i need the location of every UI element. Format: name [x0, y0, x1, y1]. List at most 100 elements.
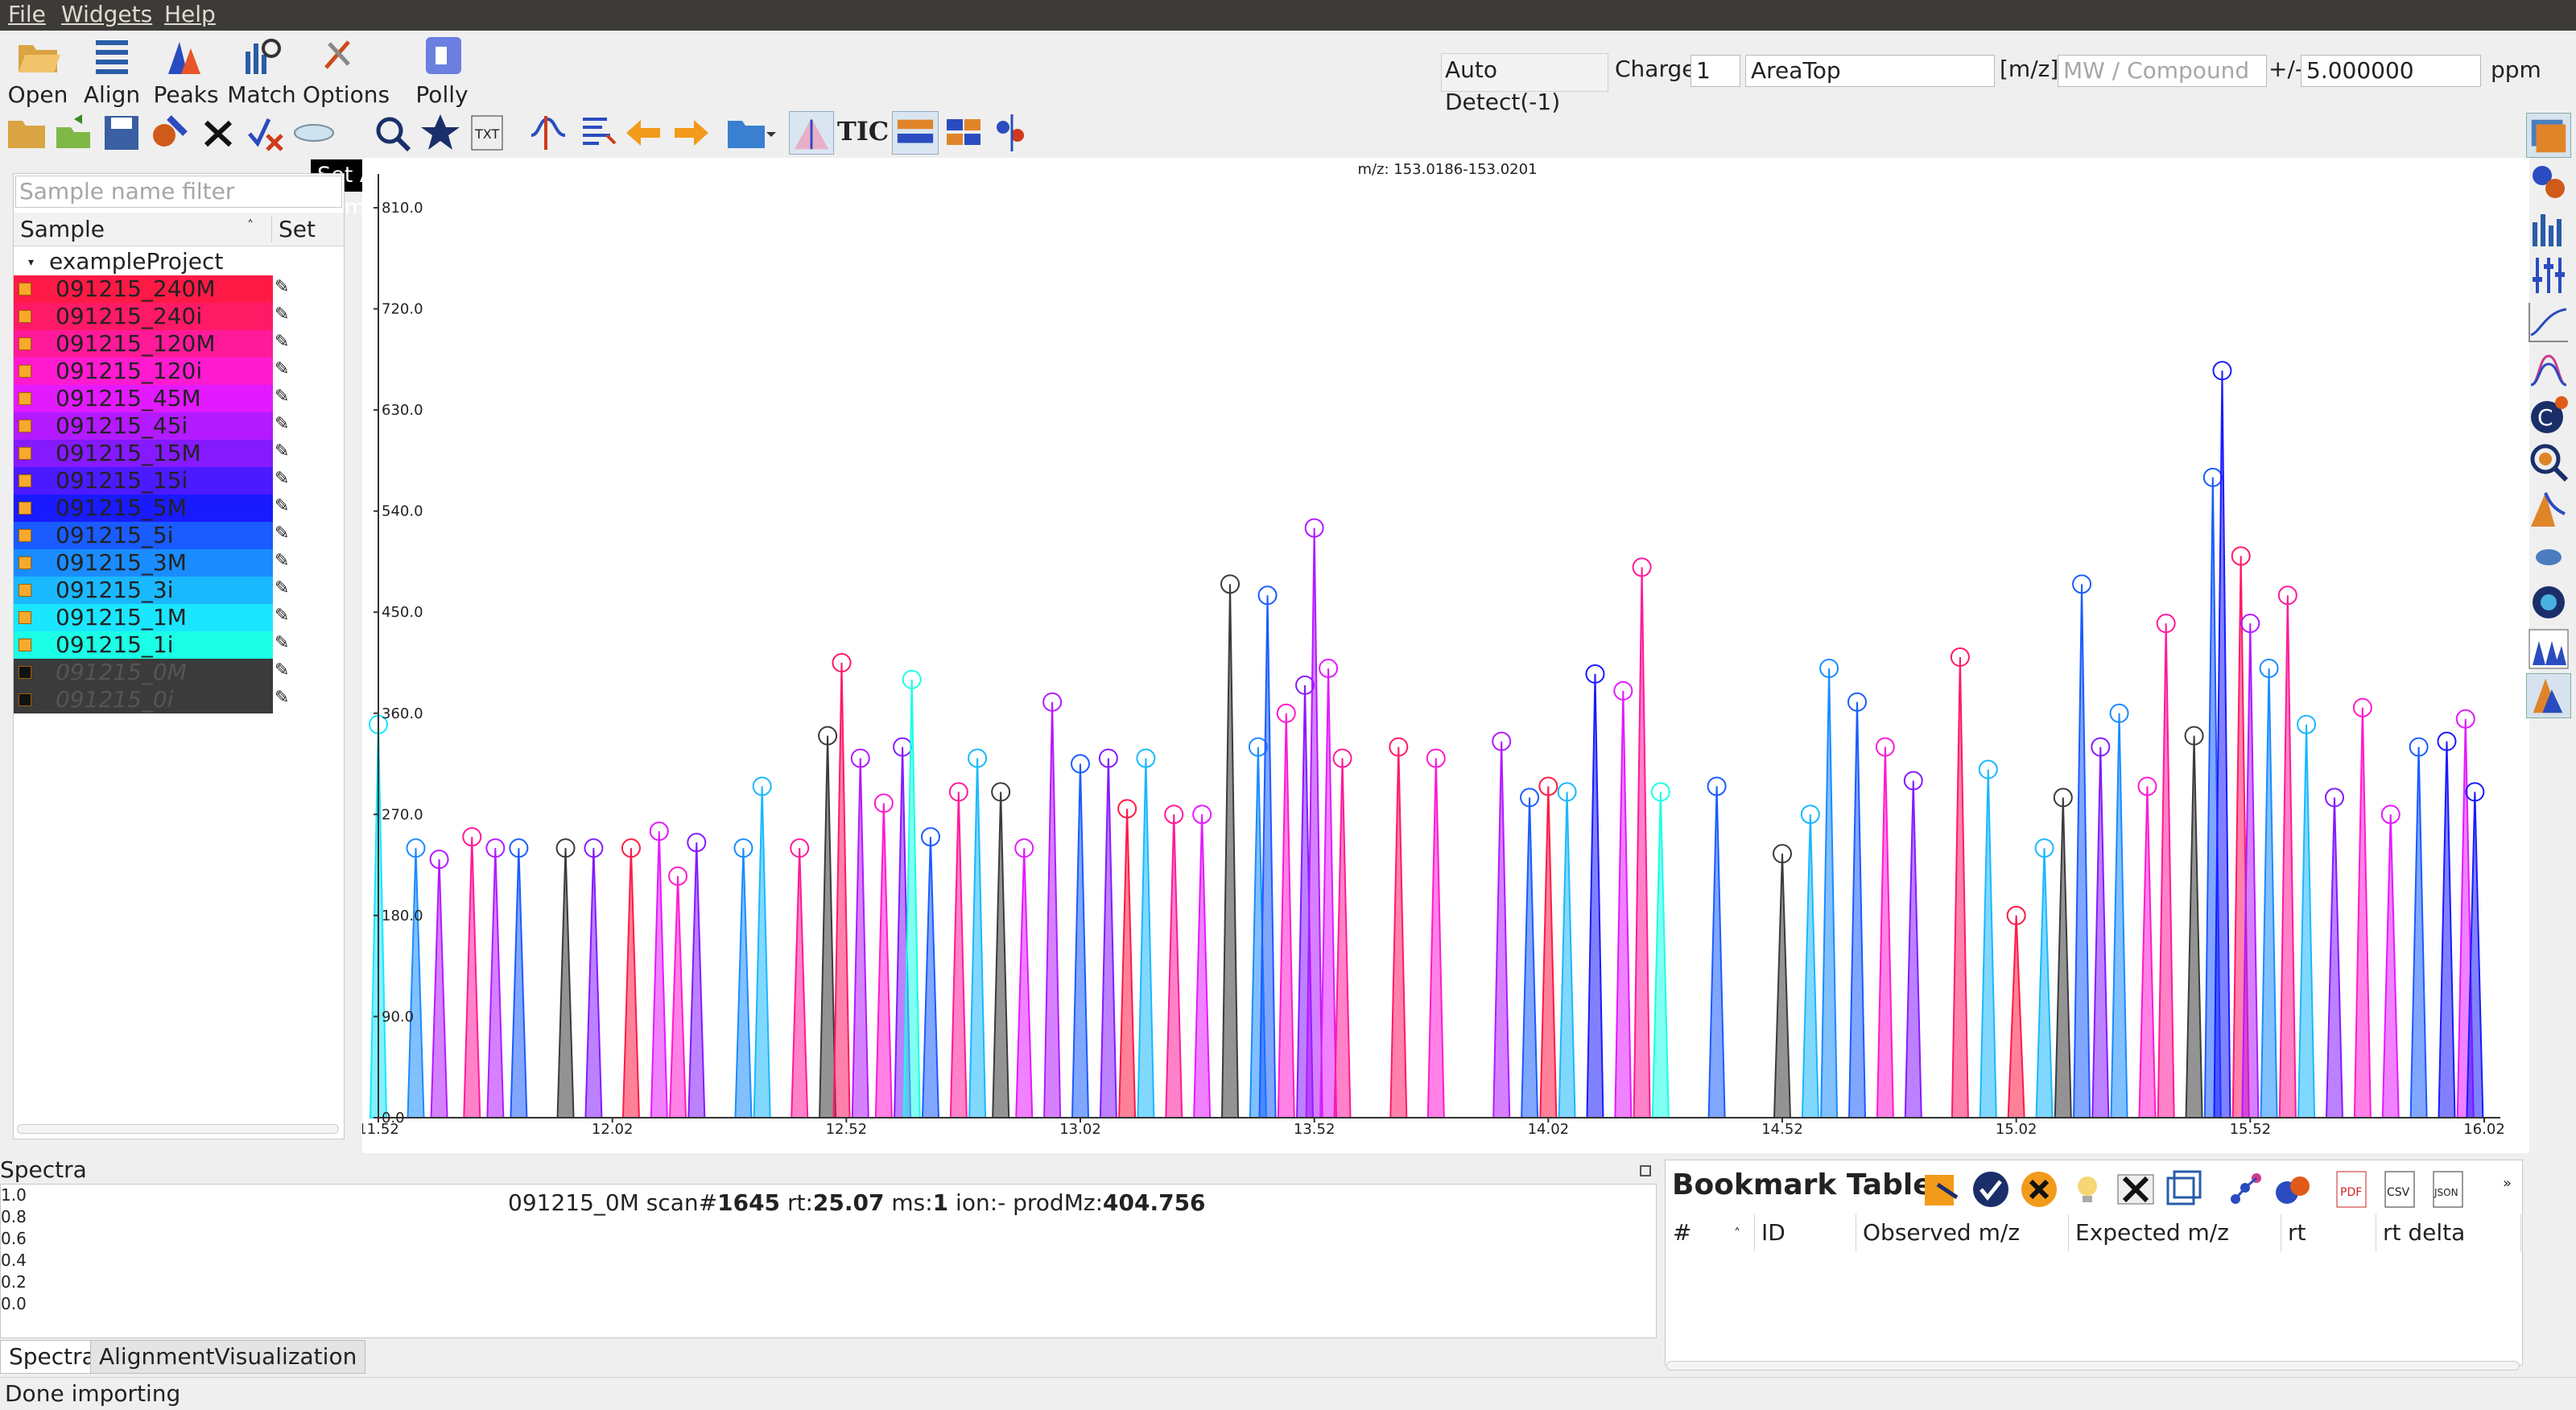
sample-row[interactable]: 091215_1M ✎ — [1, 604, 289, 631]
edit-icon[interactable]: ✎ — [275, 551, 289, 571]
lightbulb-icon[interactable] — [2066, 1168, 2108, 1210]
eic-peak[interactable] — [486, 848, 505, 1118]
reject-icon[interactable] — [2018, 1168, 2060, 1210]
sample-checkbox[interactable] — [19, 556, 31, 569]
eic-peak[interactable] — [1707, 786, 1726, 1118]
sample-row[interactable]: 091215_120M ✎ — [1, 330, 289, 358]
align-button[interactable]: Align — [76, 32, 148, 108]
sample-row[interactable]: 091215_3i ✎ — [1, 577, 289, 604]
eic-peak[interactable] — [819, 735, 837, 1118]
eic-peak[interactable] — [921, 837, 940, 1118]
bookmark-col-rt[interactable]: rt — [2281, 1214, 2376, 1251]
expand-arrow-icon[interactable]: ▾ — [28, 256, 34, 269]
peaks-button[interactable]: Peaks — [150, 32, 222, 108]
eic-peak[interactable] — [2091, 746, 2110, 1118]
scatter-icon[interactable] — [990, 111, 1034, 155]
edit-icon[interactable]: ✎ — [275, 304, 289, 325]
sample-checkbox[interactable] — [19, 392, 31, 405]
approve-icon[interactable] — [1970, 1168, 2012, 1210]
eic-peak[interactable] — [687, 842, 706, 1118]
sample-checkbox[interactable] — [19, 447, 31, 460]
eic-peak[interactable] — [1165, 814, 1183, 1118]
spectra-pane[interactable]: 1.0 0.8 0.6 0.4 0.2 0.0 091215_0M scan#1… — [0, 1184, 1657, 1338]
eic-peak[interactable] — [1539, 786, 1558, 1118]
auto-detect-button[interactable]: Auto Detect(-1) — [1441, 53, 1608, 115]
sample-checkbox[interactable] — [19, 310, 31, 323]
eic-peak[interactable] — [2007, 915, 2025, 1118]
eic-peak[interactable] — [1043, 701, 1062, 1118]
eic-peak[interactable] — [874, 803, 893, 1118]
eic-peak[interactable] — [1951, 657, 1969, 1118]
eic-peak[interactable] — [584, 848, 603, 1118]
eic-peak[interactable] — [791, 848, 809, 1118]
bookmark-col-observed[interactable]: Observed m/z — [1856, 1214, 2069, 1251]
edit-icon[interactable]: ✎ — [275, 688, 289, 708]
sample-row[interactable]: 091215_45M ✎ — [1, 385, 289, 412]
eic-peak[interactable] — [1193, 814, 1212, 1118]
eic-peak[interactable] — [2110, 713, 2128, 1118]
eic-peak[interactable] — [510, 848, 528, 1118]
sample-row[interactable]: 091215_240i ✎ — [1, 303, 289, 330]
edit-icon[interactable]: ✎ — [275, 441, 289, 461]
eic-peak[interactable] — [1904, 780, 1922, 1118]
eic-peak[interactable] — [2325, 797, 2343, 1118]
bookmark-col-expected[interactable]: Expected m/z — [2069, 1214, 2281, 1251]
edit-icon[interactable]: ✎ — [275, 359, 289, 379]
eic-peak[interactable] — [2278, 595, 2297, 1118]
eic-peak[interactable] — [1586, 673, 1604, 1118]
heatmap-icon[interactable] — [942, 111, 985, 155]
float-window-icon[interactable] — [1639, 1164, 1652, 1177]
sample-checkbox[interactable] — [19, 337, 31, 350]
eic-peak[interactable] — [650, 831, 668, 1118]
project-node[interactable]: exampleProject — [49, 248, 223, 275]
edit-icon[interactable]: ✎ — [275, 578, 289, 598]
sample-checkbox[interactable] — [19, 693, 31, 706]
eic-peak[interactable] — [2185, 735, 2203, 1118]
bar-view-icon[interactable] — [892, 111, 939, 155]
peak-area-icon[interactable] — [2526, 673, 2571, 718]
sample-checkbox[interactable] — [19, 639, 31, 651]
eic-peak[interactable] — [2073, 584, 2091, 1118]
eic-peak[interactable] — [1820, 668, 1839, 1118]
eic-peak[interactable] — [1773, 854, 1792, 1118]
edit-icon[interactable]: ✎ — [275, 660, 289, 680]
eic-peak[interactable] — [851, 758, 869, 1118]
mz-widget-icon[interactable] — [2526, 206, 2571, 251]
eic-peak[interactable] — [1651, 792, 1670, 1118]
eic-peak[interactable] — [1333, 758, 1352, 1118]
eic-peak[interactable] — [430, 859, 448, 1118]
export-txt-icon[interactable]: TXT — [467, 111, 510, 155]
compounds-widget-icon[interactable] — [2526, 159, 2571, 205]
sample-checkbox[interactable] — [19, 474, 31, 487]
sample-checkbox[interactable] — [19, 666, 31, 679]
remove-sample-icon[interactable] — [196, 111, 240, 155]
eic-peak[interactable] — [832, 662, 851, 1118]
pdf-export-icon[interactable]: PDF — [2330, 1168, 2372, 1210]
samples-icon[interactable] — [148, 111, 192, 155]
isotopes-icon[interactable]: C — [2526, 393, 2571, 438]
delete-bookmark-icon[interactable] — [2115, 1168, 2157, 1210]
eic-peak[interactable] — [1118, 808, 1137, 1118]
eic-peak[interactable] — [1847, 701, 1867, 1118]
compound-search-input[interactable]: MW / Compound — [2058, 55, 2267, 87]
eic-peak[interactable] — [407, 848, 425, 1118]
sample-row[interactable]: 091215_5i ✎ — [1, 522, 289, 549]
col-set-header[interactable]: Set — [271, 216, 316, 242]
eic-peak[interactable] — [992, 792, 1010, 1118]
sample-row[interactable]: 091215_0i ✎ — [1, 686, 289, 713]
eic-peak[interactable] — [2054, 797, 2072, 1118]
csv-export-icon[interactable]: CSV — [2379, 1168, 2421, 1210]
edit-icon[interactable]: ✎ — [275, 387, 289, 407]
match-button[interactable]: Match — [225, 32, 298, 108]
more-tools-icon[interactable]: » — [2503, 1175, 2512, 1192]
eic-peak[interactable] — [1277, 713, 1295, 1118]
overlay-eic-icon[interactable] — [2526, 346, 2571, 391]
sample-row[interactable]: 091215_15i ✎ — [1, 467, 289, 494]
search-widget-icon[interactable] — [2526, 440, 2571, 485]
eic-peak[interactable] — [949, 792, 968, 1118]
options-button[interactable]: Options — [303, 32, 390, 108]
eic-peak[interactable] — [1137, 758, 1155, 1118]
sample-checkbox[interactable] — [19, 283, 31, 296]
eic-peak[interactable] — [2381, 814, 2400, 1118]
eic-peak[interactable] — [1071, 763, 1090, 1118]
